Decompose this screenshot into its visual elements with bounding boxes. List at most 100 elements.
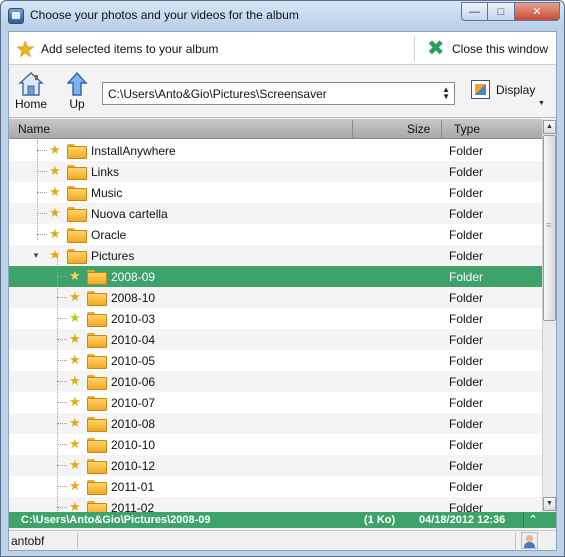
list-rows: ★ InstallAnywhere Folder ★ Links Folder ★ Music… — [9, 140, 542, 512]
maximize-button[interactable]: □ — [488, 2, 515, 21]
tree-subfolder-row[interactable]: ★ 2010-10 Folder — [9, 434, 542, 455]
star-icon[interactable]: ★ — [69, 395, 82, 408]
folder-type: Folder — [449, 417, 484, 431]
folder-type: Folder — [449, 375, 484, 389]
tree-folder-row[interactable]: ★ Music Folder — [9, 182, 542, 203]
folder-type: Folder — [449, 459, 484, 473]
folder-name: Nuova cartella — [91, 207, 168, 221]
tree-subfolder-row[interactable]: ★ 2010-06 Folder — [9, 371, 542, 392]
expand-toggle-icon[interactable]: ▼ — [32, 251, 40, 260]
column-header-name[interactable]: Name — [18, 122, 50, 136]
vertical-scrollbar[interactable]: ▲ ▼ — [542, 119, 556, 512]
tree-subfolder-row[interactable]: ★ 2011-02 Folder — [9, 497, 542, 512]
star-icon[interactable]: ★ — [69, 353, 82, 366]
tree-folder-row[interactable]: ★ Oracle Folder — [9, 224, 542, 245]
close-this-window-button[interactable]: ✖ Close this window — [427, 32, 548, 65]
home-label: Home — [15, 97, 48, 111]
tree-folder-row[interactable]: ★ Links Folder — [9, 161, 542, 182]
title-bar[interactable]: Choose your photos and your videos for t… — [1, 1, 564, 31]
folder-icon — [67, 228, 87, 243]
tree-folder-row[interactable]: ▼ ★ Pictures Folder — [9, 245, 542, 266]
path-combobox[interactable]: C:\Users\Anto&Gio\Pictures\Screensaver ▲… — [102, 82, 455, 105]
add-selected-button[interactable]: ★ Add selected items to your album — [15, 32, 218, 65]
star-icon[interactable]: ★ — [69, 290, 82, 303]
dialog-window: Choose your photos and your videos for t… — [0, 0, 565, 557]
folder-type: Folder — [449, 144, 484, 158]
path-spinner-icon[interactable]: ▲ ▼ — [442, 86, 450, 101]
display-dropdown-icon[interactable]: ▼ — [538, 100, 545, 107]
folder-name: Links — [91, 165, 120, 179]
folder-type: Folder — [449, 270, 484, 284]
tree-connector — [57, 465, 67, 466]
up-button[interactable]: Up — [66, 69, 88, 111]
tree-subfolder-row[interactable]: ★ 2010-03 Folder — [9, 308, 542, 329]
list-header: Name Size Type — [9, 119, 542, 139]
tree-connector — [37, 234, 47, 235]
tree-subfolder-row[interactable]: ★ 2010-12 Folder — [9, 455, 542, 476]
folder-icon — [87, 333, 107, 348]
column-divider[interactable] — [352, 120, 353, 138]
folder-name: Pictures — [91, 249, 135, 263]
up-arrow-icon — [66, 69, 88, 97]
tree-folder-row[interactable]: ★ InstallAnywhere Folder — [9, 140, 542, 161]
tree-guide-line — [57, 255, 58, 512]
tree-subfolder-row[interactable]: ★ 2010-07 Folder — [9, 392, 542, 413]
tree-subfolder-row[interactable]: ★ 2010-05 Folder — [9, 350, 542, 371]
tree-folder-row[interactable]: ★ Nuova cartella Folder — [9, 203, 542, 224]
folder-type: Folder — [449, 165, 484, 179]
star-icon[interactable]: ★ — [69, 332, 82, 345]
tree-connector — [37, 171, 47, 172]
close-window-button[interactable]: ✕ — [515, 2, 560, 21]
folder-type: Folder — [449, 186, 484, 200]
star-icon[interactable]: ★ — [69, 500, 82, 512]
scroll-down-icon[interactable]: ▼ — [543, 497, 556, 511]
star-icon[interactable]: ★ — [69, 479, 82, 492]
column-divider[interactable] — [441, 120, 442, 138]
tree-subfolder-row[interactable]: ★ 2008-09 Folder — [9, 266, 542, 287]
folder-name: 2008-09 — [111, 270, 156, 284]
star-icon[interactable]: ★ — [49, 143, 62, 156]
star-icon[interactable]: ★ — [69, 269, 82, 282]
folder-name: 2010-05 — [111, 354, 156, 368]
user-account-icon[interactable] — [521, 532, 538, 549]
star-icon[interactable]: ★ — [49, 227, 62, 240]
star-icon[interactable]: ★ — [49, 248, 62, 261]
folder-type: Folder — [449, 480, 484, 494]
column-header-size[interactable]: Size — [407, 122, 430, 136]
star-icon[interactable]: ★ — [69, 437, 82, 450]
tree-subfolder-row[interactable]: ★ 2010-08 Folder — [9, 413, 542, 434]
folder-type: Folder — [449, 249, 484, 263]
scroll-thumb[interactable] — [543, 135, 556, 321]
star-icon[interactable]: ★ — [69, 374, 82, 387]
collapse-info-icon[interactable]: ⌃ — [523, 512, 542, 528]
star-icon: ★ — [15, 35, 36, 62]
selection-info-bar: C:\Users\Anto&Gio\Pictures\2008-09 (1 Ko… — [9, 512, 556, 528]
tree-subfolder-row[interactable]: ★ 2008-10 Folder — [9, 287, 542, 308]
folder-icon — [67, 249, 87, 264]
tree-connector — [57, 486, 67, 487]
star-icon[interactable]: ★ — [69, 416, 82, 429]
folder-type: Folder — [449, 228, 484, 242]
folder-icon — [87, 291, 107, 306]
column-header-type[interactable]: Type — [454, 122, 480, 136]
star-icon[interactable]: ★ — [69, 458, 82, 471]
star-icon[interactable]: ★ — [49, 164, 62, 177]
folder-name: 2010-04 — [111, 333, 156, 347]
tree-connector — [57, 381, 67, 382]
tree-subfolder-row[interactable]: ★ 2011-01 Folder — [9, 476, 542, 497]
display-button[interactable]: Display — [471, 80, 535, 99]
scroll-up-icon[interactable]: ▲ — [543, 120, 556, 134]
folder-name: InstallAnywhere — [91, 144, 176, 158]
action-bar: ★ Add selected items to your album ✖ Clo… — [9, 32, 556, 65]
star-icon[interactable]: ★ — [49, 185, 62, 198]
star-icon[interactable]: ★ — [49, 206, 62, 219]
display-label: Display — [496, 82, 536, 97]
display-view-icon — [471, 80, 490, 99]
folder-name: Music — [91, 186, 123, 200]
minimize-button[interactable]: — — [461, 2, 488, 21]
folder-type: Folder — [449, 438, 484, 452]
star-icon[interactable]: ★ — [69, 311, 82, 324]
home-button[interactable]: Home — [15, 69, 47, 111]
folder-icon — [67, 144, 87, 159]
tree-subfolder-row[interactable]: ★ 2010-04 Folder — [9, 329, 542, 350]
